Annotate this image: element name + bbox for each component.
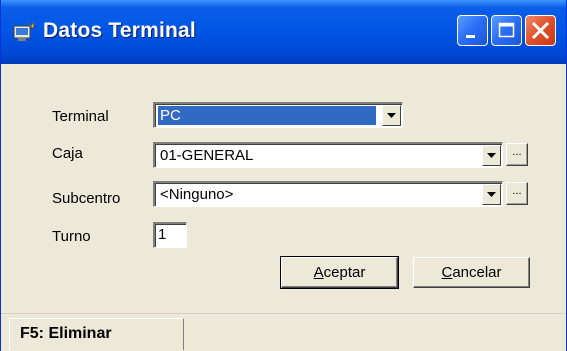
turno-input[interactable]: 1: [153, 222, 187, 248]
chevron-down-icon: [387, 113, 396, 118]
title-bar[interactable]: Datos Terminal: [1, 0, 566, 64]
cancel-label-rest: ancelar: [452, 264, 502, 281]
cancel-button[interactable]: Cancelar: [413, 257, 530, 288]
minimize-icon: [466, 35, 475, 38]
chevron-down-icon: [487, 192, 496, 197]
caja-dropdown-button[interactable]: [482, 145, 501, 166]
subcentro-browse-button[interactable]: ...: [506, 182, 528, 205]
terminal-combobox[interactable]: PC: [153, 102, 403, 128]
caja-browse-button[interactable]: ...: [506, 143, 528, 166]
caja-value: 01-GENERAL: [160, 147, 254, 164]
chevron-down-icon: [487, 153, 496, 158]
delete-shortcut-hint: F5: Eliminar: [9, 318, 184, 350]
dialog-window: Datos Terminal Terminal PC Caja 01-GENER…: [0, 0, 567, 351]
subcentro-dropdown-button[interactable]: [482, 184, 501, 205]
caja-label: Caja: [52, 145, 83, 162]
maximize-icon: [498, 22, 515, 38]
maximize-button[interactable]: [491, 15, 522, 46]
close-button[interactable]: [525, 15, 556, 46]
status-bar: F5: Eliminar: [1, 313, 566, 351]
caja-combobox[interactable]: 01-GENERAL: [153, 142, 503, 168]
terminal-dropdown-button[interactable]: [382, 105, 401, 126]
subcentro-value: <Ninguno>: [160, 186, 234, 203]
terminal-app-icon: [13, 22, 35, 41]
turno-label: Turno: [52, 228, 91, 245]
cancel-accelerator: C: [441, 264, 453, 281]
minimize-button[interactable]: [457, 15, 488, 46]
terminal-label: Terminal: [52, 108, 109, 125]
close-icon: [531, 21, 550, 40]
accept-accelerator: A: [313, 264, 324, 281]
terminal-value: PC: [157, 105, 377, 126]
accept-label-rest: ceptar: [323, 264, 366, 281]
window-title: Datos Terminal: [43, 19, 196, 42]
subcentro-label: Subcentro: [52, 190, 121, 207]
subcentro-combobox[interactable]: <Ninguno>: [153, 181, 503, 207]
accept-button[interactable]: Aceptar: [280, 256, 399, 289]
